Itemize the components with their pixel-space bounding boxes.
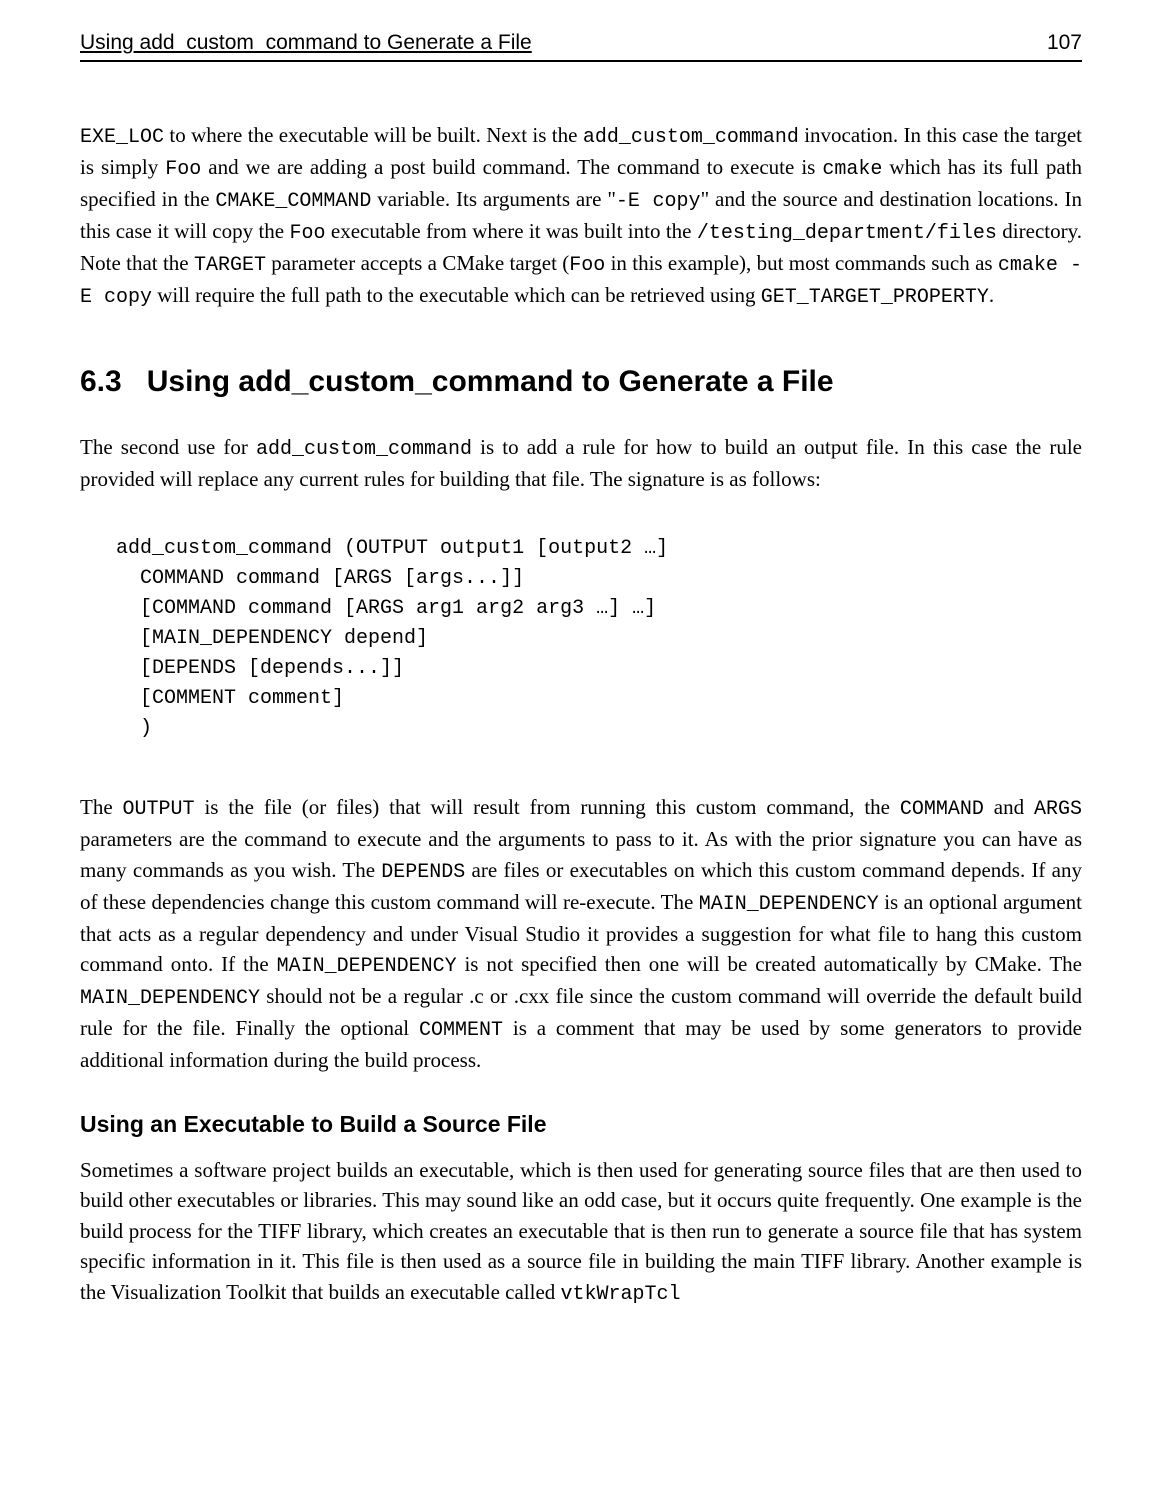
paragraph-continuation: EXE_LOC to where the executable will be … (80, 120, 1082, 312)
code-inline: GET_TARGET_PROPERTY (761, 286, 989, 309)
text: The (80, 795, 123, 819)
code-inline: add_custom_command (256, 438, 472, 461)
running-header-title: Using add_custom_command to Generate a F… (80, 28, 532, 58)
code-inline: TARGET (194, 254, 266, 277)
page-header: Using add_custom_command to Generate a F… (80, 28, 1082, 62)
code-inline: Foo (165, 158, 201, 181)
paragraph: The second use for add_custom_command is… (80, 432, 1082, 494)
code-inline: Foo (569, 254, 605, 277)
code-inline: CMAKE_COMMAND (215, 190, 371, 213)
section-number: 6.3 (80, 365, 122, 398)
code-inline: COMMENT (419, 1019, 503, 1042)
text: is the file (or files) that will result … (195, 795, 900, 819)
code-inline: -E copy (616, 190, 701, 213)
code-inline: MAIN_DEPENDENCY (80, 987, 260, 1010)
code-inline: Foo (290, 222, 326, 245)
code-inline: /testing_department/files (697, 222, 997, 245)
code-inline: MAIN_DEPENDENCY (277, 955, 457, 978)
code-inline: MAIN_DEPENDENCY (699, 893, 879, 916)
code-inline: ARGS (1034, 798, 1082, 821)
code-inline: DEPENDS (381, 861, 465, 884)
paragraph: Sometimes a software project builds an e… (80, 1155, 1082, 1309)
page-number: 107 (1047, 28, 1082, 58)
text: executable from where it was built into … (326, 219, 697, 243)
code-inline: OUTPUT (123, 798, 195, 821)
text: and (984, 795, 1034, 819)
code-inline: vtkWrapTcl (561, 1283, 681, 1306)
code-inline: cmake (822, 158, 882, 181)
subsection-heading: Using an Executable to Build a Source Fi… (80, 1108, 1082, 1141)
text: is not specified then one will be create… (457, 952, 1082, 976)
text: variable. Its arguments are " (371, 187, 616, 211)
section-title: Using add_custom_command to Generate a F… (147, 365, 834, 398)
text: to where the executable will be built. N… (164, 123, 583, 147)
text: in this example), but most commands such… (605, 251, 998, 275)
text: . (989, 283, 994, 307)
text: The second use for (80, 435, 256, 459)
text: parameter accepts a CMake target ( (266, 251, 569, 275)
code-block: add_custom_command (OUTPUT output1 [outp… (116, 534, 1082, 744)
code-inline: EXE_LOC (80, 126, 164, 149)
code-inline: COMMAND (900, 798, 984, 821)
paragraph: The OUTPUT is the file (or files) that w… (80, 792, 1082, 1075)
section-heading: 6.3 Using add_custom_command to Generate… (80, 360, 1082, 404)
text: and we are adding a post build command. … (201, 155, 822, 179)
code-inline: add_custom_command (583, 126, 799, 149)
text: will require the full path to the execut… (152, 283, 761, 307)
